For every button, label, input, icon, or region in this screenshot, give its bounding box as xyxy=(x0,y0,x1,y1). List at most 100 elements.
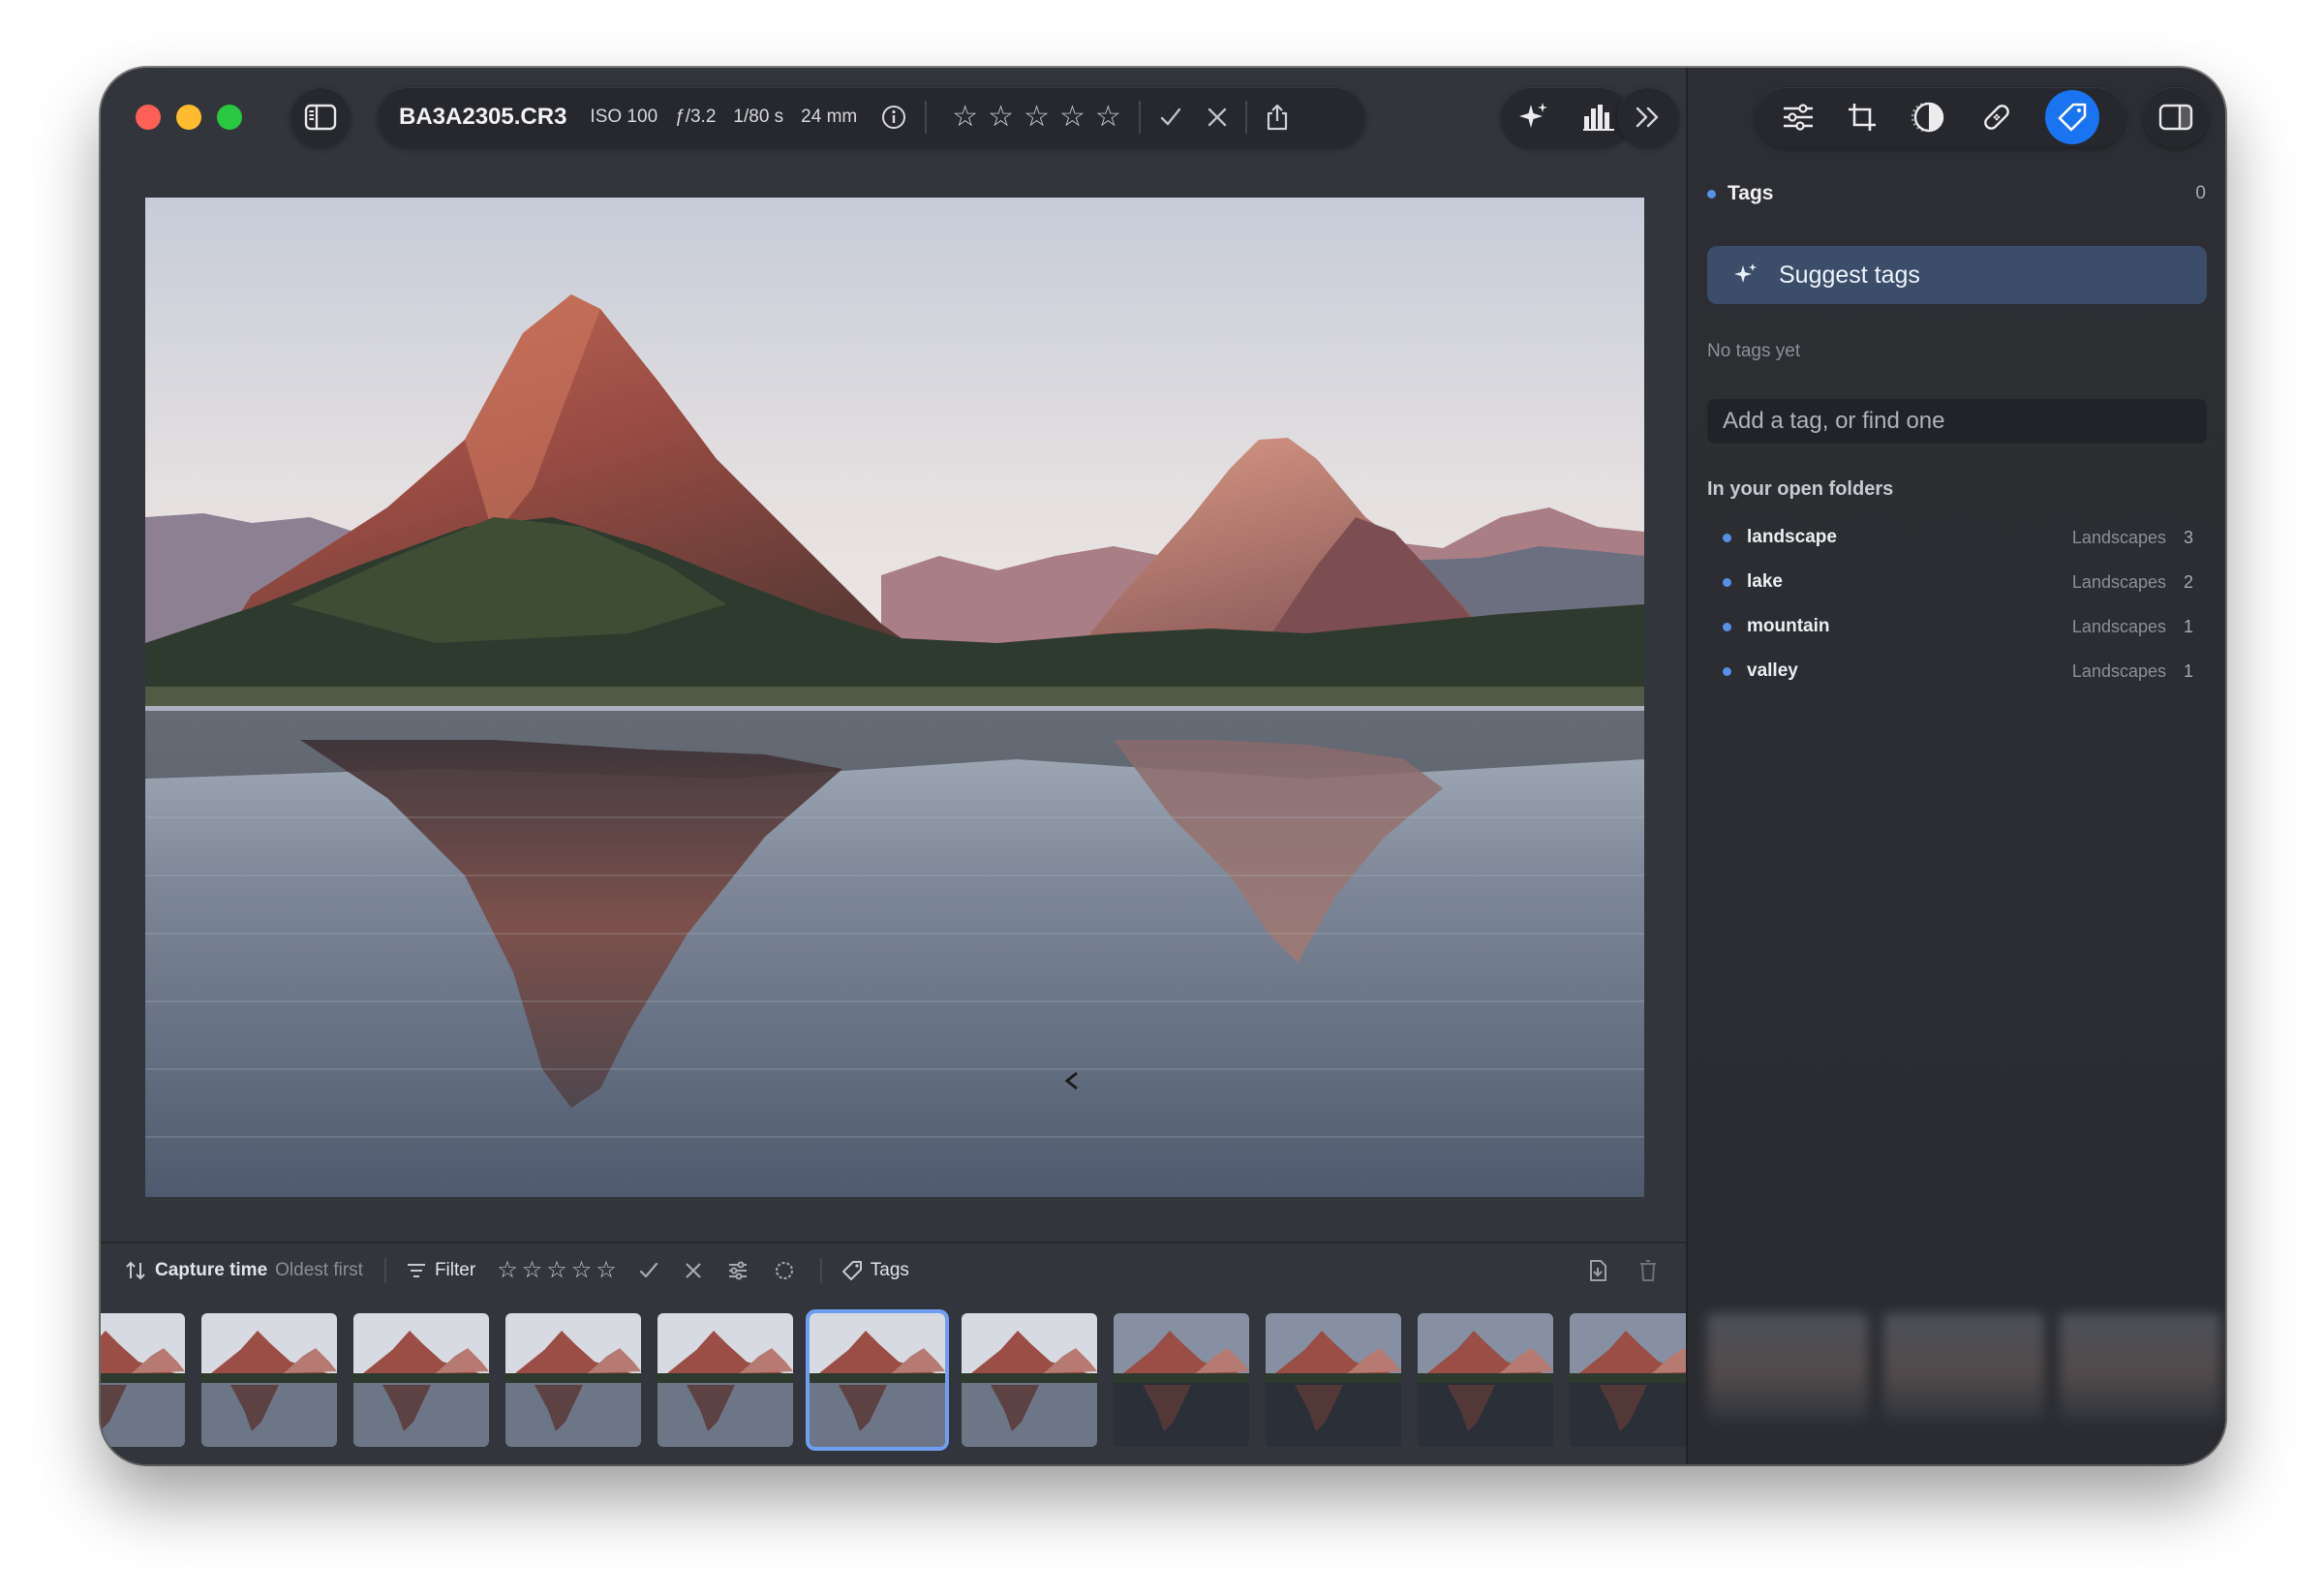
tags-header: Tags 0 xyxy=(1707,182,2206,205)
filmstrip-thumbnail[interactable] xyxy=(1570,1313,1705,1447)
tag-row[interactable]: landscape Landscapes 3 xyxy=(1723,515,2193,560)
close-window-button[interactable] xyxy=(136,105,161,130)
star-icon[interactable]: ☆ xyxy=(497,1259,518,1282)
filmstrip-thumbnail[interactable] xyxy=(1266,1313,1401,1447)
mask-tool-button[interactable] xyxy=(1910,101,1948,134)
tag-row[interactable]: mountain Landscapes 1 xyxy=(1723,604,2193,649)
star-icon[interactable]: ☆ xyxy=(596,1259,617,1282)
rating-stars[interactable]: ☆ ☆ ☆ ☆ ☆ xyxy=(952,103,1121,132)
document-icon xyxy=(1590,1260,1606,1281)
filmstrip-thumbnail[interactable] xyxy=(101,1313,185,1447)
heal-tool-button[interactable] xyxy=(1980,101,2013,134)
zoom-window-button[interactable] xyxy=(217,105,242,130)
filter-rejected-button[interactable] xyxy=(685,1262,702,1279)
filter-bar: Capture time Oldest first Filter ☆ ☆ ☆ ☆ ☆ xyxy=(101,1242,1686,1298)
minimize-window-button[interactable] xyxy=(176,105,201,130)
info-button[interactable] xyxy=(880,104,907,131)
divider xyxy=(925,101,928,134)
landscape-photo xyxy=(145,198,1644,1197)
crop-tool-button[interactable] xyxy=(1847,102,1878,133)
tag-name: valley xyxy=(1747,660,1798,681)
pick-button[interactable] xyxy=(1158,105,1183,130)
tags-title: Tags xyxy=(1728,182,1774,204)
filter-tags-label: Tags xyxy=(870,1260,909,1280)
sidebar-left-icon xyxy=(304,104,337,131)
reject-button[interactable] xyxy=(1207,107,1228,128)
filmstrip xyxy=(101,1313,1705,1449)
edit-tools xyxy=(1756,87,2125,147)
tag-row[interactable]: valley Landscapes 1 xyxy=(1723,649,2193,693)
bandage-icon xyxy=(1984,105,2010,130)
toggle-right-sidebar-button[interactable] xyxy=(2143,87,2209,147)
filmstrip-thumbnail[interactable] xyxy=(810,1313,945,1447)
filter-color-button[interactable] xyxy=(774,1260,795,1281)
filter-tags-button[interactable]: Tags xyxy=(841,1260,909,1281)
filter-edited-button[interactable] xyxy=(727,1261,749,1280)
focal-length-value: 24 mm xyxy=(801,107,858,127)
mask-icon xyxy=(1911,102,1944,133)
sort-control[interactable]: Capture time Oldest first xyxy=(124,1260,363,1281)
filter-button[interactable]: Filter xyxy=(406,1260,475,1281)
add-tag-input[interactable]: Add a tag, or find one xyxy=(1707,399,2207,444)
sort-order[interactable]: Oldest first xyxy=(275,1260,363,1281)
adjust-tool-button[interactable] xyxy=(1782,103,1815,132)
tag-icon xyxy=(841,1261,862,1280)
filmstrip-thumbnail[interactable] xyxy=(353,1313,489,1447)
folder-tag-list: landscape Landscapes 3 lake Landscapes 2 mount… xyxy=(1723,515,2193,693)
divider xyxy=(383,1258,386,1283)
filmstrip-thumbnail[interactable] xyxy=(1418,1313,1553,1447)
open-folders-heading: In your open folders xyxy=(1707,478,1894,500)
tags-count: 0 xyxy=(2195,183,2206,203)
filter-picked-button[interactable] xyxy=(638,1260,659,1281)
star-icon[interactable]: ☆ xyxy=(1095,103,1121,132)
filmstrip-thumbnail[interactable] xyxy=(201,1313,337,1447)
empty-tags-message: No tags yet xyxy=(1707,341,1801,361)
filmstrip-thumbnail[interactable] xyxy=(1114,1313,1249,1447)
filter-lines-icon xyxy=(407,1264,425,1277)
tag-count: 3 xyxy=(2183,527,2193,547)
share-icon xyxy=(1267,104,1287,131)
divider xyxy=(819,1258,822,1283)
tag-icon xyxy=(2059,103,2087,132)
share-button[interactable] xyxy=(1265,103,1290,132)
star-icon[interactable]: ☆ xyxy=(522,1259,543,1282)
filter-rating-stars[interactable]: ☆ ☆ ☆ ☆ ☆ xyxy=(497,1259,617,1282)
filmstrip-overflow xyxy=(1707,1313,2220,1420)
crop-icon xyxy=(1848,104,1876,131)
tags-tool-button[interactable] xyxy=(2045,90,2100,144)
star-icon[interactable]: ☆ xyxy=(546,1259,567,1282)
thumbnail-blur xyxy=(2060,1313,2220,1420)
photo-viewer[interactable] xyxy=(145,198,1644,1197)
file-name: BA3A2305.CR3 xyxy=(399,104,567,130)
toggle-left-sidebar-button[interactable] xyxy=(290,87,351,147)
filmstrip-thumbnail[interactable] xyxy=(962,1313,1097,1447)
suggest-tags-button[interactable]: Suggest tags xyxy=(1707,246,2207,304)
tag-row[interactable]: lake Landscapes 2 xyxy=(1723,560,2193,604)
histogram-button[interactable] xyxy=(1582,103,1615,132)
filmstrip-thumbnail[interactable] xyxy=(505,1313,641,1447)
star-icon[interactable]: ☆ xyxy=(988,103,1014,132)
tag-dot xyxy=(1723,577,1731,587)
main-pane: BA3A2305.CR3 ISO 100 ƒ/3.2 1/80 s 24 mm … xyxy=(101,68,1705,1464)
star-icon[interactable]: ☆ xyxy=(1059,103,1086,132)
tag-count: 1 xyxy=(2183,616,2193,636)
star-icon[interactable]: ☆ xyxy=(571,1259,593,1282)
divider xyxy=(1244,101,1247,134)
file-info-bar: BA3A2305.CR3 ISO 100 ƒ/3.2 1/80 s 24 mm … xyxy=(378,87,1365,147)
filmstrip-thumbnail[interactable] xyxy=(657,1313,793,1447)
ai-enhance-button[interactable] xyxy=(1517,101,1550,134)
tag-folder: Landscapes xyxy=(2071,571,2166,592)
delete-button[interactable] xyxy=(1638,1259,1658,1282)
tag-folder: Landscapes xyxy=(2071,660,2166,681)
star-icon[interactable]: ☆ xyxy=(1024,103,1050,132)
thumbnail-blur xyxy=(1707,1313,1868,1420)
tag-folder: Landscapes xyxy=(2071,527,2166,547)
expand-panel-button[interactable] xyxy=(1617,87,1679,147)
export-button[interactable] xyxy=(1588,1259,1607,1282)
tag-count: 1 xyxy=(2183,660,2193,681)
star-icon[interactable]: ☆ xyxy=(952,103,978,132)
shutter-value: 1/80 s xyxy=(733,107,784,127)
filter-label: Filter xyxy=(434,1260,476,1280)
info-icon xyxy=(882,106,906,129)
x-icon xyxy=(685,1263,701,1278)
